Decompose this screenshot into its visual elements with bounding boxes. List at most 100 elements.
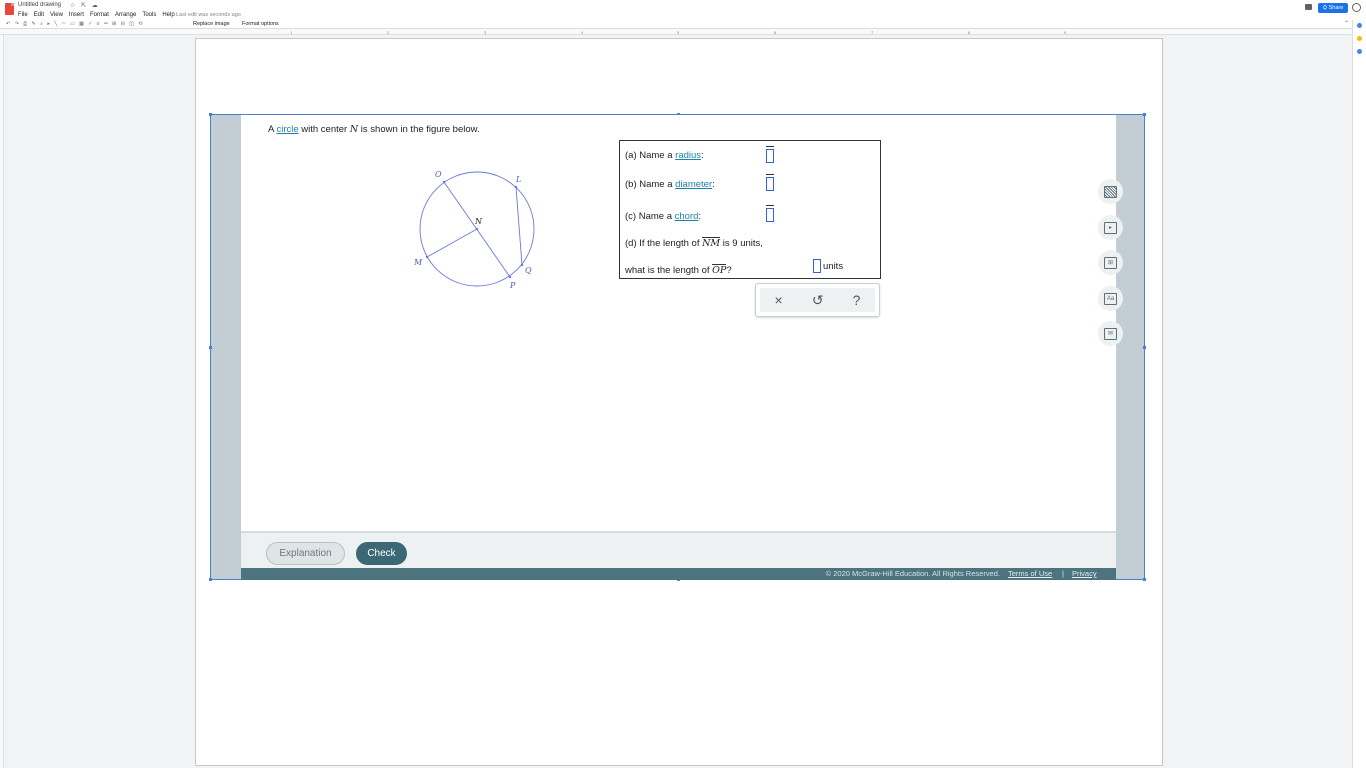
resize-handle[interactable] — [1143, 113, 1146, 116]
question-text: : — [712, 179, 715, 190]
title-bar: Untitled drawing ☆ ⇱ ☁ File Edit View In… — [0, 0, 1366, 20]
segment-op: OP — [712, 265, 727, 276]
message-tool-button[interactable]: ✉ — [1098, 321, 1123, 346]
diameter-answer-input[interactable] — [766, 174, 774, 191]
resize-handle[interactable] — [1143, 346, 1146, 349]
keep-icon[interactable] — [1357, 36, 1362, 41]
clear-button[interactable]: × — [775, 292, 783, 308]
side-panel — [1352, 20, 1366, 768]
chord-lq — [515, 186, 523, 266]
chord-link[interactable]: chord — [675, 211, 699, 222]
check-button[interactable]: Check — [356, 542, 407, 565]
privacy-link[interactable]: Privacy — [1072, 569, 1097, 578]
format-options-button[interactable]: Format options — [242, 21, 279, 27]
label-q: Q — [525, 266, 532, 275]
question-d-line1: (d) If the length of NM is 9 units, — [625, 238, 763, 249]
last-edit-status[interactable]: Last edit was seconds ago — [176, 12, 241, 18]
menu-insert[interactable]: Insert — [69, 12, 84, 18]
textbook-tool-button[interactable]: ⊞ — [1098, 250, 1123, 275]
question-text: : — [701, 150, 704, 161]
account-icon[interactable] — [1352, 3, 1361, 12]
ruler-tick: 8 — [968, 30, 971, 35]
title-action-icons[interactable]: ☆ ⇱ ☁ — [70, 2, 100, 9]
document-title[interactable]: Untitled drawing — [18, 2, 61, 8]
point-o — [442, 180, 446, 184]
question-text: (a) Name a — [625, 150, 676, 161]
calendar-icon[interactable] — [1357, 23, 1362, 28]
segment-nm: NM — [702, 238, 721, 249]
problem-prompt: A circle with center N is shown in the f… — [268, 124, 480, 135]
replace-image-button[interactable]: Replace image — [193, 21, 230, 27]
label-l: L — [515, 175, 521, 184]
point-n — [475, 227, 479, 231]
terms-link[interactable]: Terms of Use — [1008, 569, 1052, 578]
menu-arrange[interactable]: Arrange — [115, 12, 136, 18]
point-m — [425, 255, 429, 259]
undo-button[interactable]: ↺ — [812, 292, 824, 309]
circle-link[interactable]: circle — [276, 124, 298, 135]
glossary-tool-button[interactable]: Aa — [1098, 286, 1123, 311]
textbook-icon: ⊞ — [1104, 256, 1117, 269]
tasks-icon[interactable] — [1357, 49, 1362, 54]
circle-figure: O L N M Q P — [413, 170, 535, 290]
menu-view[interactable]: View — [50, 12, 63, 18]
share-button[interactable]: ⛭ Share — [1318, 3, 1348, 13]
explanation-button[interactable]: Explanation — [266, 542, 345, 565]
menu-edit[interactable]: Edit — [34, 12, 44, 18]
length-answer-input[interactable] — [813, 259, 821, 273]
point-l — [514, 185, 518, 189]
help-button[interactable]: ? — [853, 292, 861, 308]
radius-nm — [426, 228, 478, 258]
units-label: units — [823, 261, 844, 272]
toolbar-tools[interactable]: ↶ ↷ ⎙ ✎ ⌕ ▸ ╲ ⌒ ▭ ▦ ✓ ≡ ═ ⊞ ⊟ ◫ ⟲ — [6, 21, 144, 27]
resize-handle[interactable] — [209, 113, 212, 116]
question-c: (c) Name a chord: — [625, 211, 701, 222]
prompt-text: with center — [298, 124, 350, 135]
question-b: (b) Name a diameter: — [625, 179, 715, 190]
horizontal-ruler[interactable]: 1 2 3 4 5 6 7 8 9 — [0, 29, 1352, 35]
diameter-link[interactable]: diameter — [675, 179, 712, 190]
menu-tools[interactable]: Tools — [142, 12, 156, 18]
toolbar: ↶ ↷ ⎙ ✎ ⌕ ▸ ╲ ⌒ ▭ ▦ ✓ ≡ ═ ⊞ ⊟ ◫ ⟲ Replac… — [0, 20, 1366, 29]
resize-handle[interactable] — [1143, 578, 1146, 581]
question-a: (a) Name a radius: — [625, 150, 704, 161]
menu-format[interactable]: Format — [90, 12, 109, 18]
prompt-text: is shown in the figure below. — [358, 124, 480, 135]
action-bar: Explanation Check — [241, 531, 1116, 568]
glossary-icon: Aa — [1104, 292, 1117, 305]
video-tool-button[interactable]: ▸ — [1098, 215, 1123, 240]
calculator-icon — [1104, 185, 1117, 198]
vertical-ruler[interactable] — [0, 35, 4, 768]
question-text: what is the length of — [625, 265, 713, 276]
ruler-tick: 7 — [871, 30, 874, 35]
question-text: ? — [726, 265, 732, 276]
answer-keypad: × ↺ ? — [755, 283, 880, 317]
drawings-logo-icon[interactable] — [5, 3, 14, 15]
question-text: (d) If the length of — [625, 238, 703, 249]
ruler-tick: 2 — [387, 30, 390, 35]
resize-handle[interactable] — [209, 578, 212, 581]
label-m: M — [413, 258, 423, 267]
keypad-buttons: × ↺ ? — [760, 288, 875, 312]
copyright-text: © 2020 McGraw-Hill Education. All Rights… — [825, 569, 1000, 578]
comment-icon[interactable] — [1305, 4, 1312, 10]
question-box: (a) Name a radius: (b) Name a diameter: … — [619, 140, 881, 279]
question-d-line2: what is the length of OP? — [625, 265, 732, 276]
ruler-tick: 1 — [290, 30, 293, 35]
label-p: P — [509, 281, 516, 290]
resize-handle[interactable] — [209, 346, 212, 349]
google-drawings-window: Untitled drawing ☆ ⇱ ☁ File Edit View In… — [0, 0, 1366, 768]
menu-help[interactable]: Help — [162, 12, 174, 18]
radius-answer-input[interactable] — [766, 146, 774, 163]
calculator-tool-button[interactable] — [1098, 179, 1123, 204]
radius-link[interactable]: radius — [675, 150, 701, 161]
chord-answer-input[interactable] — [766, 205, 774, 222]
menu-file[interactable]: File — [18, 12, 28, 18]
menu-bar: File Edit View Insert Format Arrange Too… — [18, 12, 175, 18]
collapse-toolbar-icon[interactable]: ⌃ — [1344, 20, 1349, 27]
inserted-image[interactable]: A circle with center N is shown in the f… — [209, 113, 1146, 581]
ruler-tick: 3 — [484, 30, 487, 35]
label-o: O — [435, 170, 442, 179]
point-p — [508, 275, 512, 279]
question-text: : — [698, 211, 702, 222]
